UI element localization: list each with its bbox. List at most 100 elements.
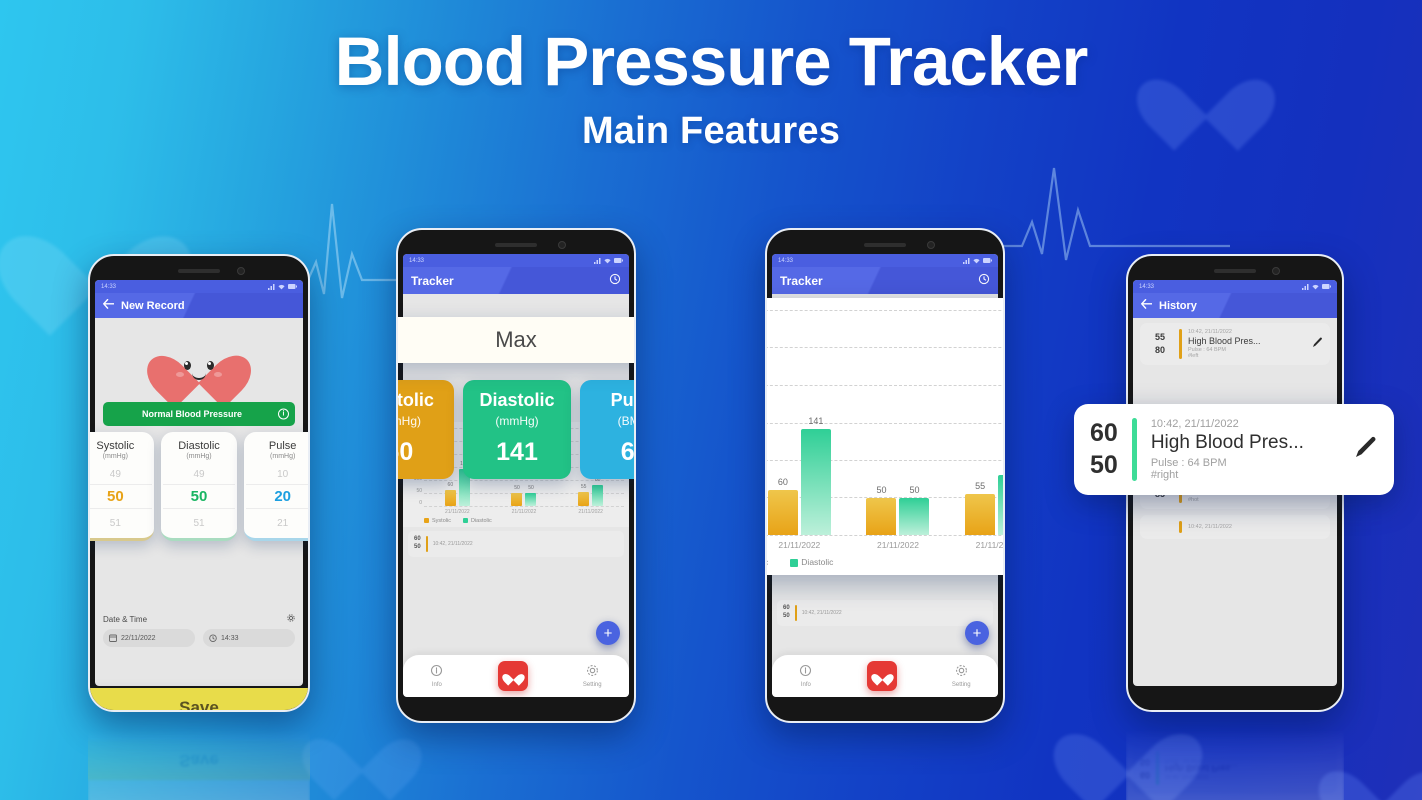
record-info: 10:42, 21/11/2022: [1188, 524, 1323, 530]
history-preview-values: 60 50: [414, 536, 421, 550]
add-record-fab[interactable]: +: [965, 621, 989, 645]
history-clock-icon[interactable]: [609, 273, 621, 288]
history-preview-row[interactable]: 60 50 10:42, 21/11/2022: [408, 531, 624, 557]
back-icon[interactable]: [102, 298, 115, 312]
record-values: 60 50: [1090, 418, 1118, 481]
info-icon[interactable]: i: [278, 408, 289, 420]
record-time: 10:42, 21/11/2022: [1150, 418, 1239, 430]
bar-value: 50: [876, 484, 887, 495]
wifi-icon: [973, 258, 980, 263]
diastolic-picker-value[interactable]: 50: [162, 484, 236, 509]
nav-item-info-label: Info: [431, 682, 442, 688]
xtick: 21/11/2022: [778, 540, 821, 550]
record-systolic: 55: [1154, 331, 1165, 342]
record-accent-bar: [1179, 521, 1182, 533]
history-preview-row[interactable]: 60 50 10:42, 21/11/2022: [777, 600, 993, 626]
nav-item-setting-label: Setting: [582, 682, 602, 688]
bottom-nav: Info Setting: [772, 655, 998, 697]
systolic-picker-prev[interactable]: 49: [90, 469, 152, 480]
stat-card-pulse-unit: (BMP): [617, 414, 634, 428]
status-bar: 14:33: [1133, 280, 1337, 293]
phone4-appbar: History: [1133, 293, 1337, 318]
diastolic-picker-prev[interactable]: 49: [163, 469, 236, 480]
diastolic-picker-next[interactable]: 51: [163, 518, 236, 529]
status-icons: [963, 257, 992, 264]
bar-diastolic: 141: [800, 416, 831, 535]
table-row[interactable]: 10:42, 21/11/2022: [1140, 515, 1330, 539]
blood-pressure-chart: 300 250 200 150 100 50 0 60: [767, 298, 1004, 575]
record-tag: #right: [1150, 469, 1179, 481]
phone-mockup-tracker-chart: 14:33 Tracker 60 50 10:42, 21/11/2022 + …: [765, 228, 1005, 723]
stat-card-diastolic[interactable]: Diastolic (mmHg) 141: [462, 380, 572, 479]
nav-item-home[interactable]: [498, 661, 529, 691]
nav-item-setting[interactable]: Setting: [952, 664, 971, 688]
signal-icon: [1302, 283, 1309, 290]
phone-mockup-new-record: 14:33 New Record Normal Blood Pressure i…: [88, 254, 310, 712]
nav-item-setting[interactable]: Setting: [583, 664, 602, 688]
nav-item-info-label: Info: [800, 682, 811, 688]
phone-notch: [403, 239, 629, 254]
gear-icon[interactable]: [287, 614, 295, 624]
status-badge: Normal Blood Pressure i: [103, 402, 295, 426]
diastolic-picker[interactable]: Diastolic (mmHg) 49 50 51: [160, 432, 238, 541]
stat-card-diastolic-unit: (mmHg): [495, 414, 539, 428]
xtick: 21/11/2022: [975, 540, 1004, 550]
gear-icon: [583, 664, 602, 679]
table-row[interactable]: 55 80 10:42, 21/11/2022 High Blood Pres.…: [1140, 323, 1330, 365]
decorative-heart-icon: [1340, 742, 1422, 800]
record-systolic: 60: [1090, 419, 1118, 448]
phone-notch: [1133, 265, 1337, 280]
systolic-picker[interactable]: Systolic (mmHg) 49 50 51: [90, 432, 154, 541]
save-button[interactable]: Save: [90, 688, 308, 710]
legend-item-systolic: Systolic: [767, 557, 768, 567]
back-icon[interactable]: [1140, 298, 1153, 312]
nav-item-info[interactable]: Info: [799, 664, 812, 688]
phone1-reflection: Save: [76, 716, 322, 800]
stat-card-pulse[interactable]: Pulse (BMP) 64: [580, 380, 634, 479]
page-subtitle: Main Features: [581, 110, 841, 153]
poster-canvas: Blood Pressure Tracker Main Features 14:…: [0, 0, 1422, 800]
battery-icon: [983, 258, 992, 263]
systolic-picker-next[interactable]: 51: [90, 518, 152, 529]
record-info: 10:42, 21/11/2022 High Blood Pres... Pul…: [1188, 329, 1306, 359]
record-pulse: Pulse : 64 BPM: [1150, 457, 1227, 469]
history-clock-icon[interactable]: [978, 273, 990, 288]
systolic-picker-unit: (mmHg): [102, 453, 128, 460]
status-time: 14:33: [1139, 283, 1155, 290]
pulse-picker-value[interactable]: 20: [246, 484, 308, 509]
systolic-picker-value[interactable]: 50: [90, 484, 152, 509]
record-values: 55 80: [1147, 331, 1173, 358]
pulse-picker[interactable]: Pulse (mmHg) 10 20 21: [244, 432, 308, 541]
phone3-title: Tracker: [780, 273, 823, 288]
record-detail-card[interactable]: 60 50 10:42, 21/11/2022 High Blood Pres.…: [1074, 404, 1394, 495]
ecg-line-icon: [1000, 167, 1230, 261]
battery-icon: [614, 258, 623, 263]
phone1-title: New Record: [121, 299, 185, 312]
stat-card-systolic-value: 60: [398, 438, 414, 466]
date-field[interactable]: 22/11/2022: [103, 629, 195, 647]
phone-notch: [95, 265, 303, 280]
range-selector[interactable]: Max: [398, 317, 634, 363]
bar-group: 55 80: [965, 310, 1003, 535]
stat-card-pulse-title: Pulse: [610, 390, 634, 410]
add-record-fab[interactable]: +: [596, 621, 620, 645]
time-field[interactable]: 14:33: [203, 629, 295, 647]
stat-card-diastolic-value: 141: [496, 438, 538, 466]
phone2-chart-legend: Systolic Diastolic: [408, 518, 624, 524]
chart-legend: Systolic Diastolic: [767, 557, 1003, 567]
pencil-icon[interactable]: [1312, 337, 1323, 351]
stat-card-systolic-unit: (mmHg): [398, 414, 421, 428]
front-camera: [236, 267, 245, 275]
record-category: High Blood Pres...: [1150, 432, 1304, 453]
pulse-picker-prev[interactable]: 10: [246, 469, 308, 480]
nav-item-home[interactable]: [867, 661, 898, 691]
stat-cards: Systolic (mmHg) 60 Diastolic (mmHg) 141 …: [398, 380, 634, 479]
nav-item-info[interactable]: Info: [430, 664, 443, 688]
pulse-picker-next[interactable]: 21: [246, 518, 308, 529]
pencil-icon[interactable]: [1354, 435, 1378, 465]
record-time: 10:42, 21/11/2022: [1188, 524, 1232, 530]
stat-card-systolic[interactable]: Systolic (mmHg) 60: [398, 380, 454, 479]
record-tag: #hot: [1188, 497, 1199, 503]
signal-icon: [594, 257, 601, 264]
cute-heart-icon: [164, 332, 234, 396]
